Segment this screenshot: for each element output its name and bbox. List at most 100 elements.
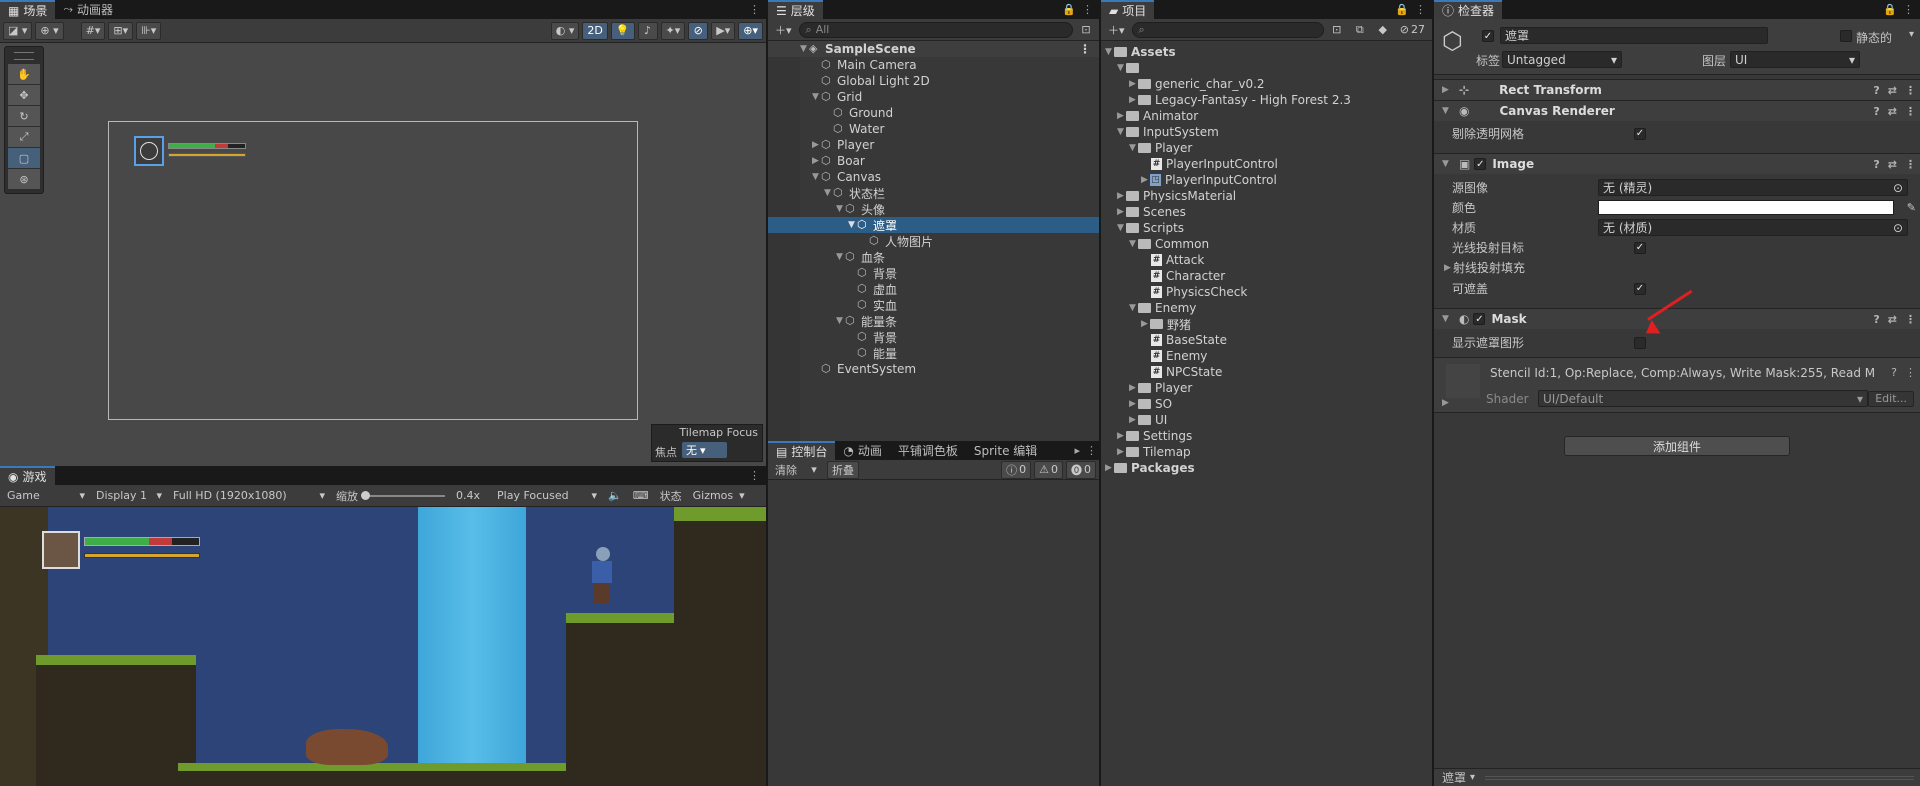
tab-animation[interactable]: ◔ 动画 xyxy=(835,441,890,460)
lighting-toggle[interactable]: 💡 xyxy=(610,21,635,40)
asset-attack-script[interactable]: # Attack xyxy=(1101,252,1432,268)
expand-arrow-icon[interactable]: ▼ xyxy=(1127,239,1138,249)
more-icon[interactable]: ⋮ xyxy=(1903,3,1914,16)
collapse-arrow-icon[interactable]: ▶ xyxy=(1115,431,1126,441)
expand-arrow-icon[interactable]: ▼ xyxy=(798,44,809,54)
scale-slider[interactable] xyxy=(361,490,445,500)
tab-animator[interactable]: ⤳ 动画器 xyxy=(55,0,121,19)
tab-scene[interactable]: ▦ 场景 xyxy=(0,0,56,19)
focus-dropdown[interactable]: 无 ▾ xyxy=(682,442,727,458)
canvas-renderer-header[interactable]: ▼ ◉ Canvas Renderer ? ⇄ ⋮ xyxy=(1434,100,1920,121)
source-image-field[interactable]: 无 (精灵) ⊙ xyxy=(1598,179,1908,196)
tree-item-ground[interactable]: ⬡ Ground xyxy=(768,105,1099,121)
folder-assets[interactable]: ▼ Assets xyxy=(1101,44,1432,60)
visibility-toggle[interactable]: ⊘ xyxy=(688,21,709,40)
preset-icon[interactable]: ⇄ xyxy=(1888,105,1897,118)
gizmos-dropdown[interactable]: ⊕▾ xyxy=(738,21,763,40)
grid-toggle[interactable]: #▾ xyxy=(80,21,106,40)
transform-tool-icon[interactable]: ⊛ xyxy=(8,169,40,189)
stats-button[interactable]: 状态 xyxy=(656,487,686,505)
material-field[interactable]: 无 (材质) ⊙ xyxy=(1598,219,1908,236)
folder-scenes[interactable]: ▶ Scenes xyxy=(1101,204,1432,220)
collapse-arrow-icon[interactable]: ▶ xyxy=(1127,79,1138,89)
mask-header[interactable]: ▼ ◐ ✓ Mask ? ⇄ ⋮ xyxy=(1434,308,1920,329)
static-checkbox[interactable] xyxy=(1840,30,1852,42)
tree-item-samplescene[interactable]: ▼ ◈ SampleScene ⋮ xyxy=(768,41,1099,57)
tab-console[interactable]: ▤ 控制台 xyxy=(768,441,836,460)
increment-toggle[interactable]: ⊪▾ xyxy=(136,21,162,40)
tag-dropdown[interactable]: Untagged ▾ xyxy=(1502,51,1622,68)
folder-tilemap[interactable]: ▶ Tilemap xyxy=(1101,444,1432,460)
tree-item-global-light[interactable]: ⬡ Global Light 2D xyxy=(768,73,1099,89)
folder-ui[interactable]: ▶ UI xyxy=(1101,412,1432,428)
error-count-toggle[interactable]: ⓿0 xyxy=(1066,460,1096,479)
folder-legacy-fantasy[interactable]: ▶ Legacy-Fantasy - High Forest 2.3 xyxy=(1101,92,1432,108)
more-icon[interactable]: ⋮ xyxy=(1905,105,1916,118)
tab-overflow-icon[interactable]: ▸ xyxy=(1074,444,1080,457)
tree-item-status-bar[interactable]: ▼ ⬡ 状态栏 xyxy=(768,185,1099,201)
asset-character-script[interactable]: # Character xyxy=(1101,268,1432,284)
tree-item-energy-bar[interactable]: ▼ ⬡ 能量条 xyxy=(768,313,1099,329)
display-dropdown[interactable]: Display 1 ▾ xyxy=(92,487,166,505)
folder-scripts-player[interactable]: ▶ Player xyxy=(1101,380,1432,396)
filter-type-icon[interactable]: ⧉ xyxy=(1350,21,1370,39)
warning-count-toggle[interactable]: ⚠ 0 xyxy=(1034,460,1063,479)
folder-input-player[interactable]: ▼ Player xyxy=(1101,140,1432,156)
color-swatch[interactable] xyxy=(1598,200,1894,215)
mask-enabled-checkbox[interactable]: ✓ xyxy=(1473,313,1486,325)
preset-icon[interactable]: ⇄ xyxy=(1888,313,1897,326)
tab-hierarchy[interactable]: ☰ 层级 xyxy=(768,0,823,19)
expand-arrow-icon[interactable]: ▼ xyxy=(1440,159,1451,169)
snap-toggle[interactable]: ⊞▾ xyxy=(108,21,134,40)
scale-tool-icon[interactable]: ⤢ xyxy=(8,127,40,147)
expand-arrow-icon[interactable]: ▼ xyxy=(834,204,845,214)
help-icon[interactable]: ? xyxy=(1891,366,1897,379)
help-icon[interactable]: ? xyxy=(1873,105,1879,118)
raycast-target-checkbox[interactable]: ✓ xyxy=(1634,241,1646,254)
more-icon[interactable]: ⋮ xyxy=(1079,42,1099,56)
collapse-arrow-icon[interactable]: ▶ xyxy=(1103,463,1114,473)
mute-audio-icon[interactable]: 🔈 xyxy=(604,487,626,505)
folder-inputsystem[interactable]: ▼ InputSystem xyxy=(1101,124,1432,140)
keyboard-icon[interactable]: ⌨ xyxy=(629,487,653,505)
folder-enemy[interactable]: ▼ Enemy xyxy=(1101,300,1432,316)
folder-animator[interactable]: ▶ Animator xyxy=(1101,108,1432,124)
collapse-arrow-icon[interactable]: ▶ xyxy=(1442,263,1453,273)
expand-arrow-icon[interactable]: ▼ xyxy=(1127,303,1138,313)
help-icon[interactable]: ? xyxy=(1873,158,1879,171)
object-picker-icon[interactable]: ⊙ xyxy=(1893,221,1903,235)
lock-icon[interactable]: 🔒 xyxy=(1062,3,1076,16)
rect-tool-icon[interactable]: ▢ xyxy=(8,148,40,168)
expand-arrow-icon[interactable]: ▼ xyxy=(810,92,821,102)
folder-physicsmaterial[interactable]: ▶ PhysicsMaterial xyxy=(1101,188,1432,204)
maskable-checkbox[interactable]: ✓ xyxy=(1634,282,1646,295)
collapse-arrow-icon[interactable]: ▶ xyxy=(810,156,821,166)
play-mode-dropdown[interactable]: Play Focused ▾ xyxy=(493,487,601,505)
more-icon[interactable]: ⋮ xyxy=(1415,3,1426,16)
expand-arrow-icon[interactable]: ▼ xyxy=(810,172,821,182)
tree-item-mask[interactable]: ▼ ⬡ 遮罩 xyxy=(768,217,1099,233)
tree-item-virtual-health[interactable]: ⬡ 虚血 xyxy=(768,281,1099,297)
collapse-arrow-icon[interactable]: ▶ xyxy=(1440,398,1451,408)
search-by-type-icon[interactable]: ⊡ xyxy=(1327,21,1347,39)
tree-item-real-health[interactable]: ⬡ 实血 xyxy=(768,297,1099,313)
collapse-arrow-icon[interactable]: ▶ xyxy=(1139,175,1150,185)
cull-transparent-checkbox[interactable]: ✓ xyxy=(1634,127,1646,140)
tree-item-health-bar[interactable]: ▼ ⬡ 血条 xyxy=(768,249,1099,265)
tab-tile-palette[interactable]: 平铺调色板 xyxy=(890,441,966,460)
asset-physicscheck-script[interactable]: # PhysicsCheck xyxy=(1101,284,1432,300)
eyedropper-icon[interactable]: ✎ xyxy=(1907,201,1916,214)
collapse-arrow-icon[interactable]: ▶ xyxy=(810,140,821,150)
lock-icon[interactable]: 🔒 xyxy=(1395,3,1409,16)
more-icon[interactable]: ⋮ xyxy=(1082,3,1093,16)
gizmos-dropdown[interactable]: Gizmos ▾ xyxy=(689,487,749,505)
asset-npcstate-script[interactable]: # NPCState xyxy=(1101,364,1432,380)
expand-arrow-icon[interactable]: ▼ xyxy=(1115,127,1126,137)
asset-playerinputcontrol-actions[interactable]: ▶ ◳ PlayerInputControl xyxy=(1101,172,1432,188)
create-button[interactable]: ＋▾ xyxy=(771,21,796,39)
clear-options-icon[interactable]: ▾ xyxy=(804,461,824,479)
more-icon[interactable]: ⋮ xyxy=(1905,313,1916,326)
tree-item-health-background[interactable]: ⬡ 背景 xyxy=(768,265,1099,281)
rotate-tool-icon[interactable]: ↻ xyxy=(8,106,40,126)
active-checkbox[interactable]: ✓ xyxy=(1482,30,1494,42)
